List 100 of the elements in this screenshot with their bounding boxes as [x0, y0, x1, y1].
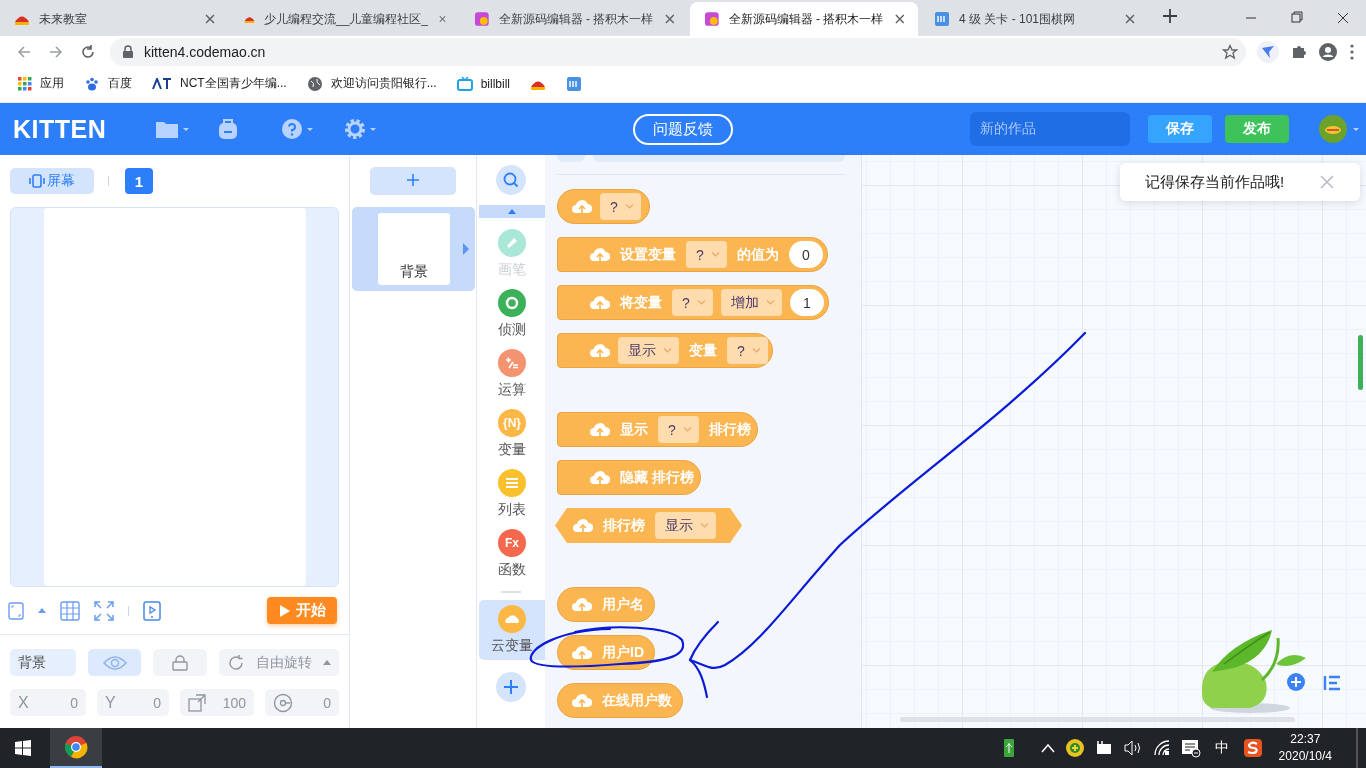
backpack-icon[interactable] [218, 118, 238, 140]
block-dropdown[interactable]: 显示 [655, 512, 716, 539]
code-block[interactable]: 显示 变量 ? [557, 333, 773, 368]
number-input[interactable]: 1 [789, 289, 824, 316]
bookmark[interactable]: 百度 [76, 71, 140, 96]
number-input[interactable]: 0 [788, 241, 823, 268]
category-tab[interactable]: Fx 函数 [479, 524, 545, 584]
sprite-thumbnail: 背景 [378, 213, 450, 285]
notification-icon[interactable] [1180, 738, 1201, 758]
block-dropdown[interactable]: ? [686, 241, 727, 268]
app-logo: KITTEN [12, 114, 108, 144]
puzzle-icon[interactable] [1290, 43, 1308, 61]
browser-tab[interactable]: 未来教室 [0, 2, 228, 36]
bookmark[interactable]: 应用 [10, 71, 72, 96]
category-tab[interactable]: 运算 [479, 344, 545, 404]
code-block[interactable]: 将变量 ? 增加 1 [557, 285, 829, 320]
browser-tab[interactable]: 全新源码编辑器 - 搭积木一样 [690, 2, 918, 36]
block-dropdown[interactable]: ? [600, 193, 641, 220]
browser-tab[interactable]: 少儿编程交流__儿童编程社区_ [230, 2, 458, 36]
search-icon[interactable] [496, 165, 526, 195]
scroll-up-button[interactable] [479, 205, 545, 218]
sogou-icon[interactable] [1242, 738, 1263, 758]
cloud-upload-icon [590, 342, 610, 359]
dial-icon [273, 692, 293, 713]
profile-icon[interactable] [1318, 42, 1338, 62]
chevron-up-icon[interactable] [1040, 743, 1055, 753]
field-value: 0 [70, 694, 78, 711]
app-logo-icon [704, 11, 720, 27]
address-bar[interactable]: kitten4.codemao.cn [110, 38, 1246, 66]
block-label: 的值为 [735, 245, 780, 264]
code-block[interactable]: 排行榜 显示 [555, 508, 742, 543]
name-field[interactable]: 背景 [10, 649, 76, 676]
app-logo-icon [474, 11, 490, 27]
wifi-icon[interactable] [1152, 740, 1171, 756]
block-label: 用户ID [601, 643, 645, 662]
code-block[interactable]: 显示 ? 排行榜 [557, 412, 758, 447]
chrome-icon [64, 735, 88, 759]
taskbar-app[interactable] [50, 728, 102, 768]
code-block[interactable]: ? [557, 189, 650, 224]
scale-icon [188, 693, 206, 712]
clock-date: 2020/10/4 [1278, 748, 1332, 765]
category-tab[interactable]: 侦测 [479, 284, 545, 344]
code-block[interactable]: 设置变量 ? 的值为 0 [557, 237, 828, 272]
visibility-button[interactable] [88, 649, 141, 676]
cloud-upload-icon [573, 517, 593, 534]
system-clock[interactable]: 22:37 2020/10/4 [1278, 731, 1332, 765]
category-tab[interactable]: 云变量 [479, 600, 545, 660]
grid-icon[interactable] [60, 600, 80, 621]
feedback-button[interactable]: 问题反馈 [633, 113, 733, 145]
reload-icon[interactable] [80, 44, 96, 60]
block-dropdown[interactable]: ? [658, 416, 699, 443]
caret-icon [682, 427, 692, 432]
plus-icon[interactable] [1160, 6, 1180, 26]
toast-message: 记得保存当前作品哦! [1145, 172, 1285, 192]
browser-tab[interactable]: 4 级 关卡 - 101围棋网 [920, 2, 1148, 36]
caret-icon[interactable] [38, 608, 46, 613]
caret-icon [508, 209, 516, 214]
usb-icon[interactable] [1002, 738, 1015, 758]
windows-icon[interactable] [15, 740, 31, 756]
caret-icon [182, 126, 190, 132]
cloud-upload-icon [590, 294, 610, 311]
input-method-indicator[interactable]: 中 [1210, 739, 1233, 757]
back-arrow-icon[interactable] [16, 44, 32, 60]
fullscreen-icon[interactable] [94, 600, 114, 621]
scrollbar-thumb[interactable] [900, 717, 1295, 722]
block-label: 用户名 [601, 595, 645, 614]
bookmark[interactable]: NCT全国青少年编... [144, 71, 295, 96]
volume-icon[interactable] [1122, 740, 1143, 756]
apps-grid-icon [18, 76, 32, 91]
block-dropdown[interactable]: 显示 [618, 337, 679, 364]
eye-icon [102, 654, 127, 671]
caret-icon [624, 204, 634, 209]
sprite-item[interactable]: 背景 [352, 207, 475, 291]
block-dropdown[interactable]: 增加 [720, 289, 782, 316]
star-icon[interactable] [1222, 44, 1238, 60]
caret-icon [696, 300, 706, 305]
battery-icon[interactable] [1094, 741, 1113, 755]
plus-icon[interactable] [496, 672, 526, 702]
cloud-upload-icon [590, 421, 610, 438]
browser-tab[interactable]: 全新源码编辑器 - 搭积木一样 [460, 2, 688, 36]
align-icon[interactable] [1323, 675, 1341, 691]
tablet-play-icon[interactable] [143, 600, 161, 621]
menu-dots-icon[interactable] [1348, 43, 1356, 61]
caret-icon [369, 126, 377, 132]
category-tab[interactable]: {N} 变量 [479, 404, 545, 464]
screen-number-button[interactable]: 1 [125, 168, 153, 194]
block-dropdown[interactable]: ? [672, 289, 713, 316]
bookmark[interactable]: 欢迎访问贵阳银行... [298, 71, 445, 96]
block-dropdown[interactable]: ? [727, 337, 768, 364]
frame-icon[interactable] [8, 601, 24, 620]
cloud-upload-icon [590, 469, 610, 486]
bookmark[interactable]: billbill [448, 71, 519, 96]
category-tab[interactable]: 列表 [479, 464, 545, 524]
scrollbar-thumb[interactable] [1358, 335, 1363, 390]
forward-arrow-icon[interactable] [48, 44, 64, 60]
zoom-in-icon[interactable] [1287, 673, 1305, 691]
lock-button[interactable] [153, 649, 207, 676]
avatar-icon[interactable] [1319, 115, 1347, 143]
function-icon: Fx [498, 529, 526, 557]
help-icon [281, 118, 303, 140]
